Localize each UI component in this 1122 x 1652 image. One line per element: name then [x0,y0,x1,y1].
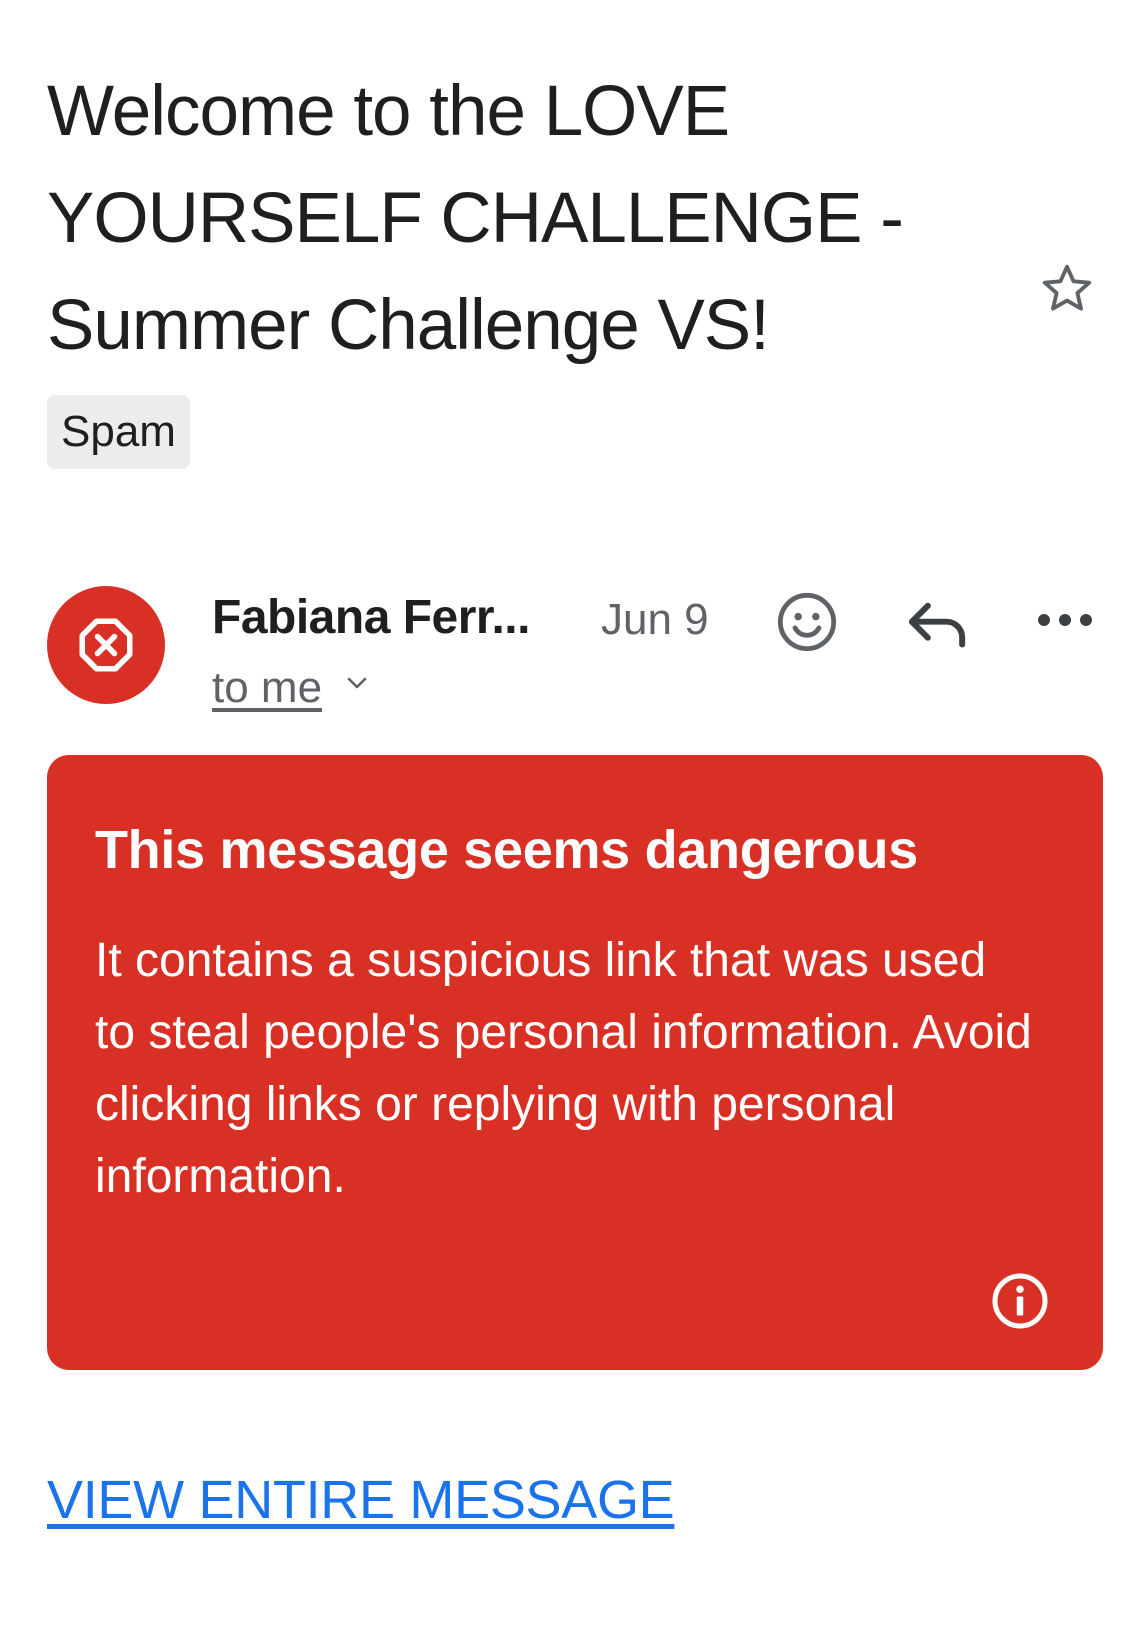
email-date: Jun 9 [601,595,709,644]
add-reaction-icon[interactable] [775,590,839,654]
star-icon[interactable] [1038,260,1096,318]
warning-body: It contains a suspicious link that was u… [95,934,1032,1203]
more-horizontal-icon[interactable] [1035,605,1095,635]
danger-warning-banner: This message seems dangerous It contains… [47,755,1103,1370]
email-subject: Welcome to the LOVE YOURSELF CHALLENGE -… [47,72,904,365]
spam-label-chip[interactable]: Spam [47,395,190,469]
recipients-toggle[interactable]: to me [212,660,368,716]
view-entire-message-link[interactable]: VIEW ENTIRE MESSAGE [47,1465,675,1535]
recipient-label: to me [212,663,323,712]
danger-octagon-icon [79,618,133,672]
sender-name[interactable]: Fabiana Ferr... [212,590,530,646]
warning-title: This message seems dangerous [95,820,918,880]
sender-avatar[interactable] [47,586,165,704]
info-icon[interactable] [990,1271,1050,1331]
reply-icon[interactable] [905,596,969,652]
chevron-down-icon [347,677,367,689]
